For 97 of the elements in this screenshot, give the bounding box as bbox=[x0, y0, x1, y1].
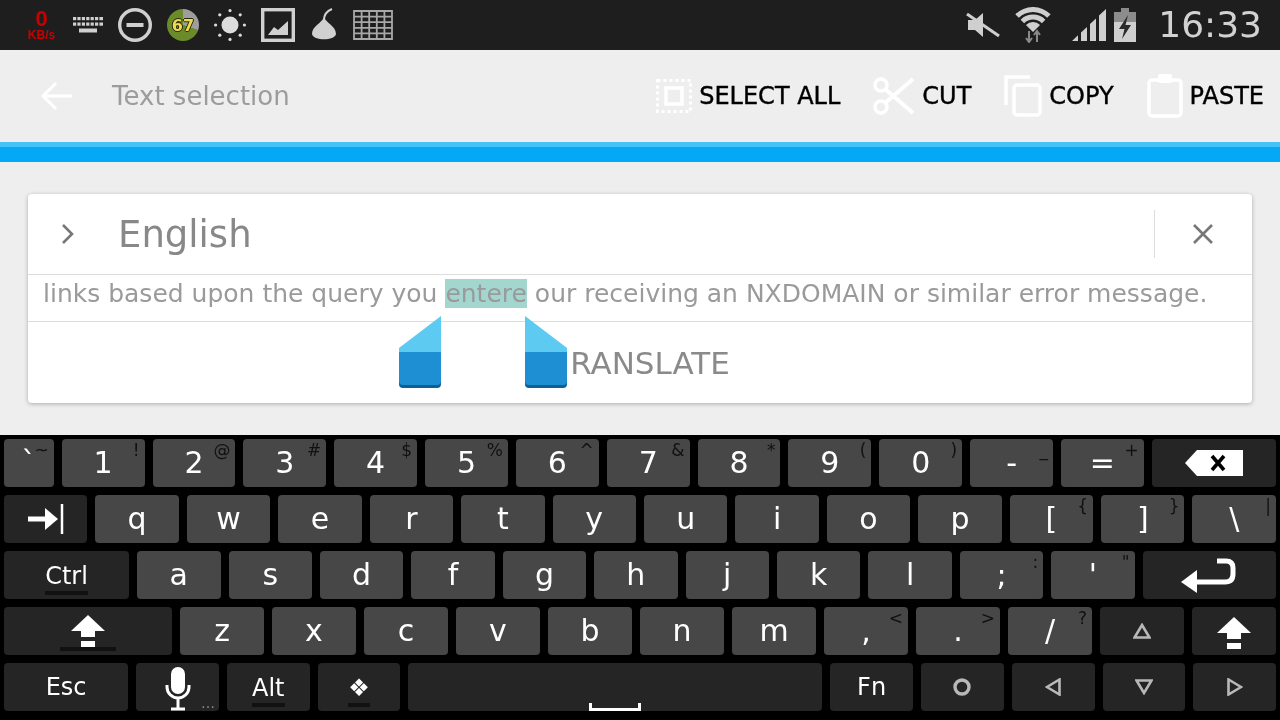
keyboard-key[interactable]: r bbox=[369, 495, 454, 543]
enter-arrow-icon bbox=[1181, 557, 1238, 593]
space-bar-icon bbox=[589, 703, 642, 711]
keyboard-key[interactable]: 7 & bbox=[606, 439, 690, 487]
keyboard-key[interactable]: h bbox=[594, 551, 678, 599]
keyboard-key[interactable]: 1 ! bbox=[61, 439, 145, 487]
keyboard-key[interactable]: a bbox=[137, 551, 221, 599]
keyboard-key[interactable]: x bbox=[272, 607, 356, 655]
keyboard-key[interactable]: 3 # bbox=[243, 439, 327, 487]
select-all-button[interactable]: SELECT ALL bbox=[656, 79, 841, 113]
keyboard-key[interactable]: i bbox=[735, 495, 819, 543]
keyboard-key[interactable]: z bbox=[180, 607, 264, 655]
keyboard-key[interactable]: 2 @ bbox=[152, 439, 236, 487]
keyboard-key[interactable]: l bbox=[868, 551, 952, 599]
keyboard-key[interactable]: 4 $ bbox=[334, 439, 418, 487]
keyboard-key[interactable] bbox=[1192, 607, 1276, 655]
selection-handle[interactable] bbox=[398, 316, 442, 388]
clock: 16:33 bbox=[1158, 5, 1262, 45]
keyboard-key[interactable]: k bbox=[776, 551, 861, 599]
keyboard-key[interactable]: v bbox=[456, 607, 540, 655]
keyboard-key[interactable]: [ { bbox=[1009, 495, 1094, 543]
keyboard-key[interactable]: 5 % bbox=[425, 439, 508, 487]
keyboard-icon bbox=[73, 17, 103, 33]
keyboard-key[interactable]: e bbox=[278, 495, 362, 543]
keyboard-key[interactable]: c bbox=[364, 607, 448, 655]
keyboard-key[interactable]: 8 * bbox=[697, 439, 781, 487]
keyboard-key[interactable]: u bbox=[643, 495, 728, 543]
backspace-icon bbox=[1184, 450, 1243, 476]
keyboard-key[interactable]: g bbox=[502, 551, 587, 599]
keyboard-key[interactable]: = + bbox=[1061, 439, 1144, 487]
wifi-icon bbox=[1014, 7, 1053, 43]
keyboard-key[interactable]: \ | bbox=[1192, 495, 1276, 543]
down-triangle-icon bbox=[1134, 679, 1153, 695]
keyboard-key[interactable]: 9 ( bbox=[788, 439, 872, 487]
sun-icon bbox=[214, 9, 246, 41]
network-speed-value: 0 bbox=[35, 8, 48, 29]
keyboard-key[interactable] bbox=[4, 607, 172, 655]
keyboard-key[interactable]: … bbox=[136, 663, 219, 711]
keyboard-key[interactable] bbox=[1142, 551, 1277, 599]
onion-icon bbox=[310, 8, 338, 42]
keyboard-key[interactable]: m bbox=[732, 607, 816, 655]
chevron-icon[interactable] bbox=[60, 222, 76, 246]
keyboard-key[interactable]: o bbox=[826, 495, 911, 543]
cut-button[interactable]: CUT bbox=[873, 77, 972, 115]
signal-icon bbox=[1072, 9, 1107, 41]
grid-icon bbox=[353, 10, 393, 40]
muted-speaker-icon bbox=[965, 12, 1002, 38]
image-icon bbox=[261, 8, 295, 42]
keyboard-key[interactable]: , < bbox=[824, 607, 908, 655]
circle-icon bbox=[953, 678, 972, 696]
left-triangle-icon bbox=[1045, 678, 1062, 696]
keyboard-key[interactable]: `~ bbox=[4, 439, 54, 487]
keyboard-key[interactable]: - _ bbox=[970, 439, 1053, 487]
keyboard-key[interactable]: Esc bbox=[4, 663, 129, 711]
selection-handle[interactable] bbox=[524, 316, 568, 388]
minus-circle-icon bbox=[118, 8, 152, 42]
keyboard-key[interactable]: ] } bbox=[1101, 495, 1185, 543]
keyboard-key[interactable]: Fn bbox=[830, 663, 913, 711]
screen-title: Text selection bbox=[112, 81, 290, 111]
keyboard-key[interactable]: ' " bbox=[1051, 551, 1135, 599]
keyboard-key[interactable]: 0 ) bbox=[879, 439, 963, 487]
close-icon[interactable] bbox=[1192, 223, 1214, 245]
keyboard-key[interactable]: ❖ bbox=[317, 663, 401, 711]
microphone-icon bbox=[164, 667, 191, 711]
keyboard-key[interactable]: y bbox=[552, 495, 636, 543]
keyboard-key[interactable]: b bbox=[548, 607, 632, 655]
keyboard-key[interactable]: Alt bbox=[226, 663, 310, 711]
keyboard-key[interactable]: n bbox=[640, 607, 724, 655]
keyboard-key[interactable]: 6 ^ bbox=[515, 439, 599, 487]
shift-arrow-icon bbox=[71, 615, 105, 647]
keyboard-key[interactable]: t bbox=[461, 495, 545, 543]
keyboard-key[interactable] bbox=[1102, 663, 1186, 711]
keyboard-key[interactable]: f bbox=[411, 551, 495, 599]
keyboard-key[interactable]: . > bbox=[916, 607, 1000, 655]
keyboard-key[interactable]: w bbox=[186, 495, 271, 543]
keyboard-key[interactable]: ; : bbox=[959, 551, 1044, 599]
keyboard-key[interactable]: d bbox=[319, 551, 404, 599]
shift-arrow-icon bbox=[1217, 617, 1251, 649]
keyboard-key[interactable] bbox=[4, 495, 88, 543]
ring-badge: 67 bbox=[167, 9, 199, 41]
keyboard-key[interactable] bbox=[921, 663, 1004, 711]
right-triangle-icon bbox=[1226, 678, 1243, 696]
network-speed-unit: KB/s bbox=[27, 29, 56, 42]
keyboard-key[interactable]: j bbox=[685, 551, 769, 599]
up-triangle-icon bbox=[1133, 623, 1151, 639]
keyboard-key[interactable]: q bbox=[95, 495, 179, 543]
keyboard-key[interactable]: Ctrl bbox=[4, 551, 130, 599]
battery-charging-icon bbox=[1113, 8, 1138, 42]
keyboard-key[interactable]: p bbox=[918, 495, 1002, 543]
paste-button[interactable]: PASTE bbox=[1146, 74, 1264, 118]
source-language[interactable]: English bbox=[118, 212, 1154, 256]
tab-arrow-icon bbox=[27, 504, 64, 534]
keyboard-key[interactable]: s bbox=[228, 551, 312, 599]
keyboard-key[interactable]: / ? bbox=[1008, 607, 1092, 655]
keyboard-key[interactable] bbox=[1100, 607, 1184, 655]
copy-button[interactable]: COPY bbox=[1004, 75, 1114, 117]
keyboard-key[interactable] bbox=[1151, 439, 1277, 487]
